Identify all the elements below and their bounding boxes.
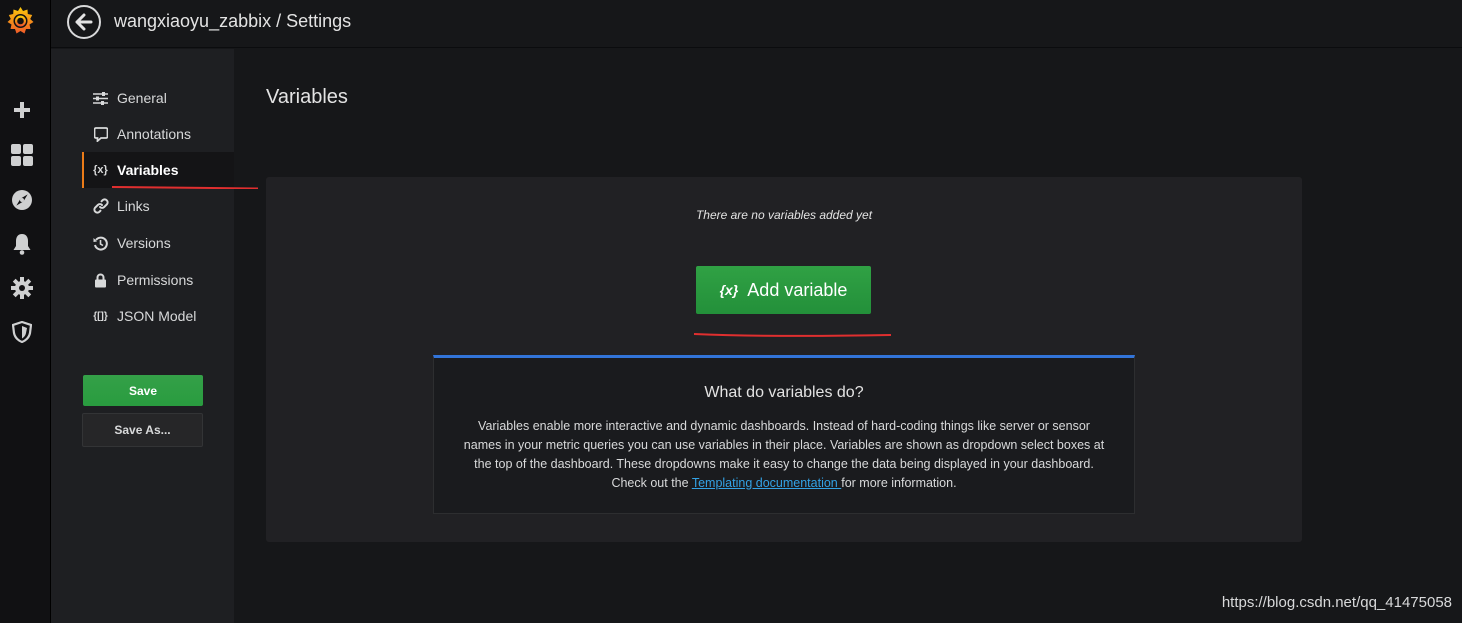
- grafana-logo-icon[interactable]: [5, 5, 36, 36]
- variable-icon: {x}: [93, 164, 108, 176]
- settings-nav-label: General: [117, 90, 167, 106]
- settings-nav-label: Permissions: [117, 272, 194, 288]
- watermark-url: https://blog.csdn.net/qq_41475058: [1221, 594, 1452, 611]
- settings-nav-annotations[interactable]: Annotations: [83, 116, 234, 152]
- red-annotation-underline: [693, 333, 892, 337]
- arrow-left-icon: [75, 13, 93, 31]
- comment-icon: [92, 126, 109, 143]
- settings-nav-label: Links: [117, 198, 150, 214]
- add-variable-button[interactable]: {x} Add variable: [696, 266, 871, 314]
- page-breadcrumb: wangxiaoyu_zabbix / Settings: [114, 11, 352, 31]
- alerting-bell-icon[interactable]: [10, 232, 34, 256]
- settings-sidebar: General Annotations {x} Variables Links …: [51, 49, 259, 623]
- grafana-app: wangxiaoyu_zabbix / Settings General Ann…: [0, 0, 1462, 623]
- json-icon: {[]}: [93, 310, 108, 322]
- variable-icon: {x}: [719, 282, 739, 298]
- side-nav-rail: [0, 0, 51, 623]
- save-as-button[interactable]: Save As...: [82, 413, 203, 447]
- settings-nav-label: Annotations: [117, 126, 191, 142]
- variables-empty-card: There are no variables added yet {x} Add…: [266, 177, 1302, 542]
- info-body: Variables enable more interactive and dy…: [458, 417, 1110, 493]
- settings-nav-variables[interactable]: {x} Variables: [82, 152, 234, 188]
- settings-nav-versions[interactable]: Versions: [83, 225, 234, 261]
- explore-icon[interactable]: [10, 188, 34, 212]
- link-icon: [92, 198, 109, 215]
- settings-nav-links[interactable]: Links: [83, 188, 234, 224]
- settings-nav-permissions[interactable]: Permissions: [83, 262, 234, 298]
- dashboards-icon[interactable]: [10, 143, 34, 167]
- templating-documentation-link[interactable]: Templating documentation: [692, 476, 841, 490]
- history-icon: [92, 235, 109, 252]
- empty-state-text: There are no variables added yet: [695, 208, 873, 222]
- settings-nav-json-model[interactable]: {[]} JSON Model: [83, 298, 234, 334]
- page-title: Variables: [266, 86, 348, 108]
- settings-nav-label: JSON Model: [117, 308, 197, 324]
- variables-info-box: What do variables do? Variables enable m…: [433, 355, 1135, 514]
- lock-icon: [92, 272, 109, 289]
- settings-nav-label: Versions: [117, 235, 171, 251]
- plus-icon[interactable]: [10, 98, 34, 122]
- settings-nav-general[interactable]: General: [83, 80, 234, 116]
- back-button[interactable]: [67, 5, 101, 39]
- add-variable-label: Add variable: [747, 279, 848, 300]
- save-button[interactable]: Save: [83, 375, 203, 406]
- configuration-gear-icon[interactable]: [10, 276, 34, 300]
- info-body-text-end: for more information.: [841, 476, 957, 490]
- sliders-icon: [92, 90, 109, 107]
- navbar: wangxiaoyu_zabbix / Settings: [51, 0, 1462, 48]
- shield-icon[interactable]: [10, 320, 34, 344]
- settings-nav-label: Variables: [117, 162, 179, 178]
- info-title: What do variables do?: [704, 384, 864, 401]
